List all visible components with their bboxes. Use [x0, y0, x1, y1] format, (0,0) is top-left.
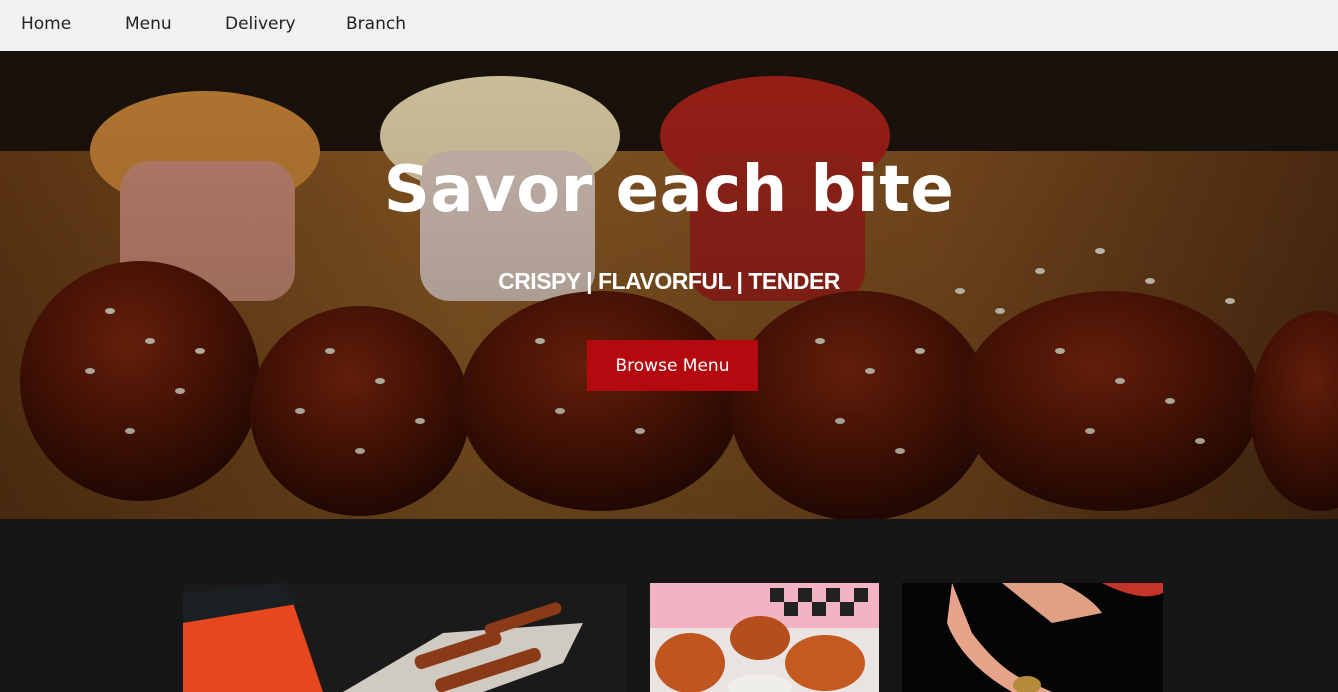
nav-link-branch[interactable]: Branch	[346, 14, 406, 34]
featured-cards	[0, 519, 1338, 692]
nav-link-home[interactable]: Home	[21, 14, 71, 34]
hero-banner: Savor each bite CRISPY | FLAVORFUL | TEN…	[0, 51, 1338, 519]
card-image	[183, 583, 626, 692]
card-image	[902, 583, 1163, 692]
top-navigation: Home Menu Delivery Branch	[0, 0, 1338, 51]
featured-card-hand-snack[interactable]	[902, 583, 1163, 692]
nav-link-menu[interactable]: Menu	[125, 14, 172, 34]
card-image	[650, 583, 879, 692]
nav-link-delivery[interactable]: Delivery	[225, 14, 296, 34]
hero-title: Savor each bite	[383, 153, 955, 227]
browse-menu-button[interactable]: Browse Menu	[587, 340, 758, 391]
hero-subtitle: CRISPY | FLAVORFUL | TENDER	[498, 268, 840, 294]
featured-card-grilled-skewers[interactable]	[183, 583, 626, 692]
featured-card-chicken-wings[interactable]	[650, 583, 879, 692]
